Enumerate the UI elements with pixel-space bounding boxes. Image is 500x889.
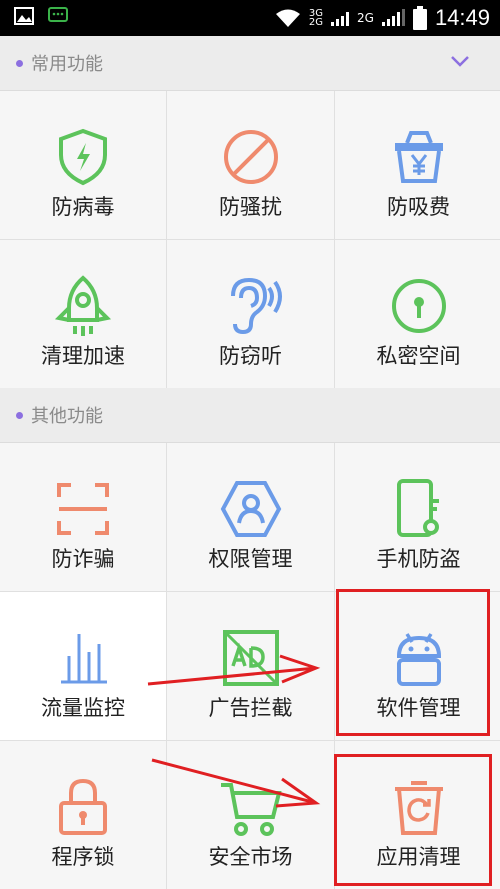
tile-label: 防骚扰 [219,195,282,219]
tile-anti-eavesdrop[interactable]: 防窃听 [167,240,334,388]
phone-key-icon [396,479,439,537]
tile-ad-block[interactable]: 广告拦截 [167,592,334,740]
user-hexagon-icon [220,481,281,537]
network-type-label: 2G [308,17,323,28]
bar-chart-icon [61,634,107,684]
wifi-icon [275,9,300,27]
tile-private-space[interactable]: 私密空间 [335,240,500,388]
scan-frame-icon [57,483,109,535]
network-type-label: 2G [357,10,374,25]
tile-label: 权限管理 [208,547,293,571]
tile-traffic-monitor[interactable]: 流量监控 [0,592,166,740]
tile-anti-fee[interactable]: 防吸费 [335,91,500,239]
tile-label: 广告拦截 [208,696,293,720]
tile-cleanup-speedup[interactable]: 清理加速 [0,240,166,388]
no-entry-icon [223,130,278,184]
signal-icon [331,10,349,26]
ad-block-icon [222,630,279,686]
section-header-common[interactable]: 常用功能 [0,36,500,91]
shield-bolt-icon [59,128,107,186]
lock-circle-icon [391,279,446,333]
battery-icon [412,6,427,30]
section-header-other: 其他功能 [0,388,500,443]
tile-phone-antitheft[interactable]: 手机防盗 [335,443,500,591]
tile-anti-harassment[interactable]: 防骚扰 [167,91,334,239]
cart-icon [220,783,282,836]
tile-label: 清理加速 [41,344,125,368]
bullet-dot [16,60,23,67]
common-grid: 防病毒 防骚扰 防吸费 清理加速 防窃听 私密空间 [0,91,500,388]
tile-label: 防诈骗 [51,547,115,571]
tile-security-market[interactable]: 安全市场 [167,741,334,889]
chat-icon [48,7,68,22]
clock: 14:49 [434,5,490,30]
tile-label: 防病毒 [51,195,115,219]
bullet-dot [16,412,23,419]
tile-label: 安全市场 [208,845,293,869]
tile-app-lock[interactable]: 程序锁 [0,741,166,889]
tile-label: 私密空间 [376,344,461,368]
tile-label: 程序锁 [51,845,115,869]
padlock-icon [59,778,107,835]
yuan-basket-icon [394,131,443,183]
section-title: 其他功能 [31,406,103,427]
status-bar: 3G 2G 2G 14:49 [0,0,500,36]
highlight-box-app-cleanup [334,754,492,886]
ear-icon [230,277,282,335]
chevron-down-icon[interactable] [450,54,470,68]
section-title: 常用功能 [31,54,103,75]
tile-label: 防吸费 [387,195,450,219]
tile-anti-fraud[interactable]: 防诈骗 [0,443,166,591]
gallery-icon [14,7,34,25]
rocket-icon [54,275,112,336]
tile-label: 手机防盗 [376,547,461,571]
tile-label: 流量监控 [41,696,125,720]
tile-permission-management[interactable]: 权限管理 [167,443,334,591]
tile-label: 防窃听 [219,344,282,368]
highlight-box-software-management [336,589,490,736]
tile-antivirus[interactable]: 防病毒 [0,91,166,239]
signal-icon [381,9,405,26]
